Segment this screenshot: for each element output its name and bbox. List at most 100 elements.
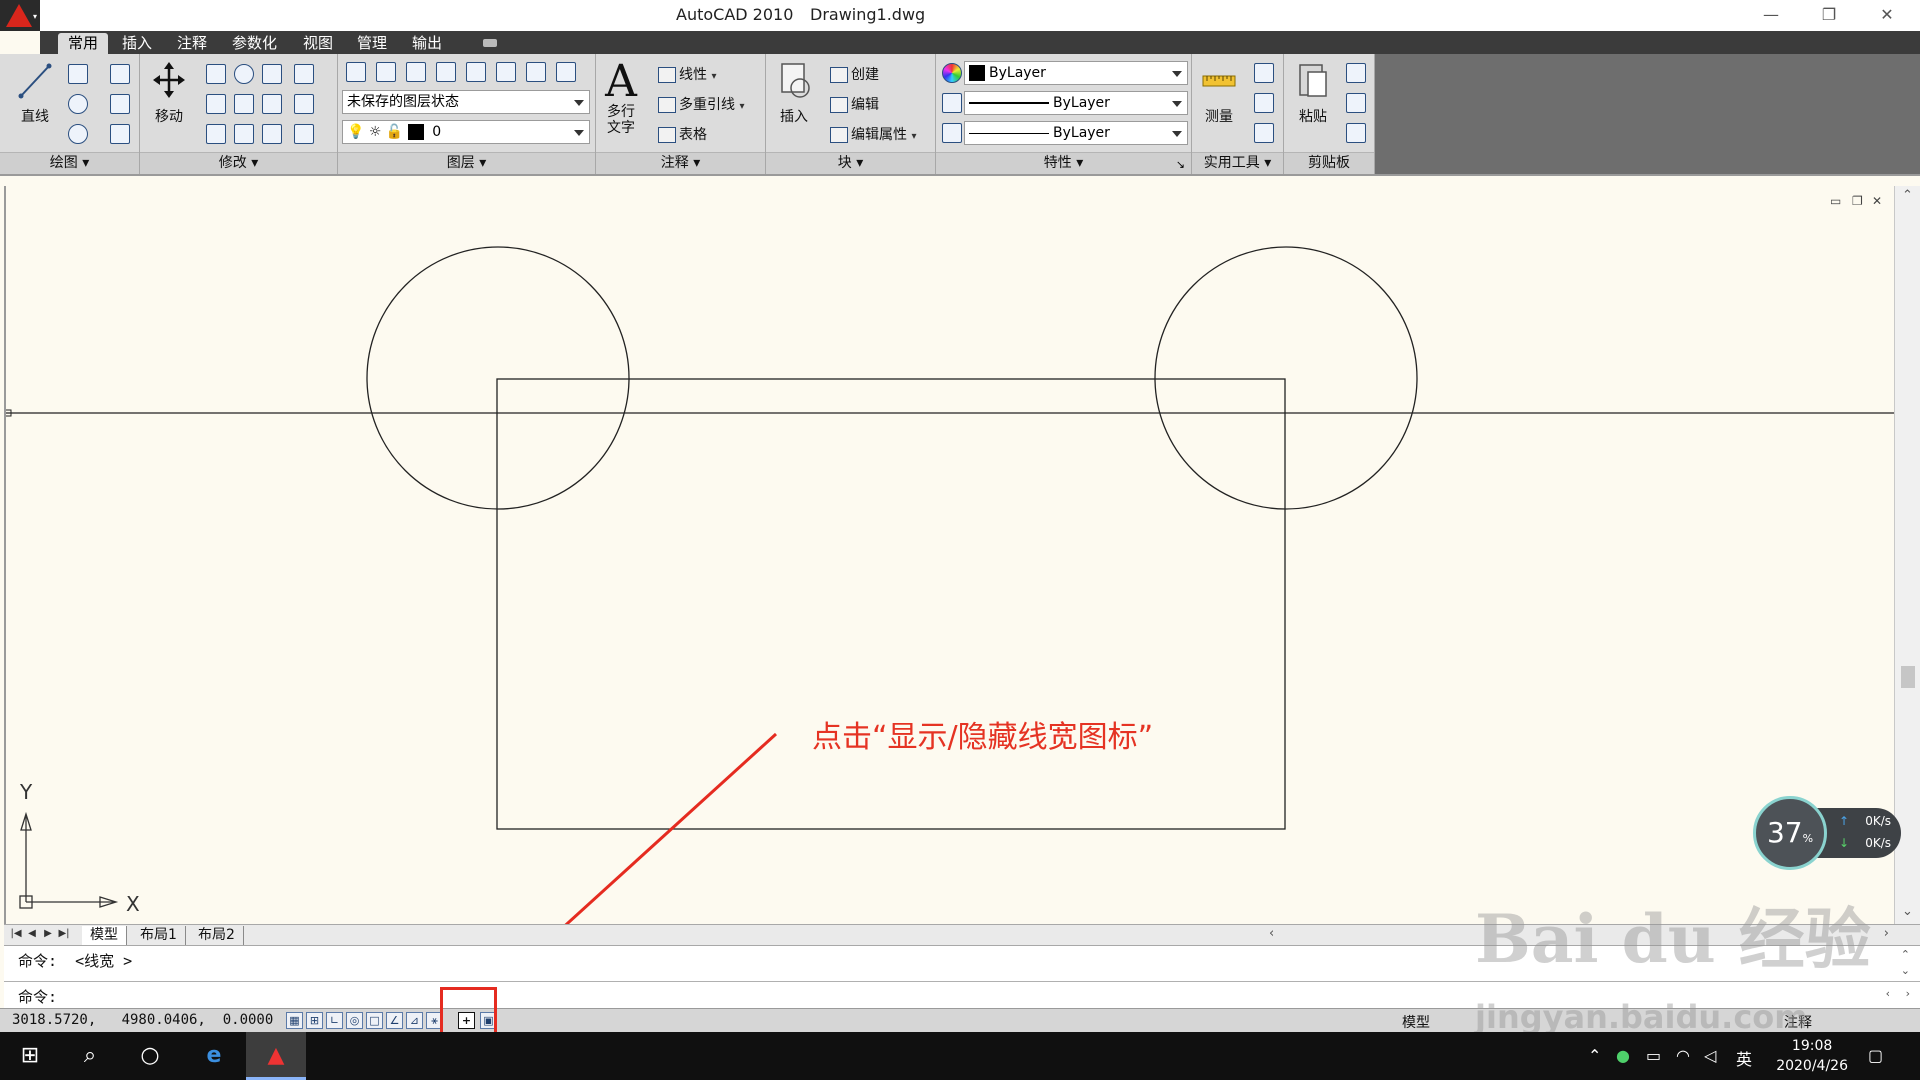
close-button[interactable]: ✕ (1864, 2, 1910, 28)
tab-insert[interactable]: 插入 (112, 33, 162, 54)
last-layout-icon[interactable]: ▶| (58, 928, 70, 942)
left-circle[interactable] (366, 246, 630, 510)
tab-layout1[interactable]: 布局1 (132, 926, 186, 945)
panel-block-title[interactable]: 块 ▾ (766, 152, 935, 174)
tab-home[interactable]: 常用 (58, 33, 109, 54)
match-properties-button[interactable] (1344, 121, 1368, 145)
polyline-button[interactable] (66, 62, 90, 86)
prev-layout-icon[interactable]: ◀ (26, 928, 38, 942)
viewport-minimize-button[interactable]: ▭ (1830, 194, 1841, 208)
scrollbar-thumb[interactable] (1901, 666, 1915, 688)
network-monitor-widget[interactable]: ↑ 0K/s ↓ 0K/s 37% (1753, 796, 1903, 870)
model-space-label[interactable]: 模型 (1402, 1012, 1430, 1032)
tab-view[interactable]: 视图 (293, 33, 343, 54)
ellipse-button[interactable] (66, 122, 90, 146)
object-snap-tracking-button[interactable]: ⊿ (406, 1012, 423, 1029)
panel-annotation-title[interactable]: 注释 ▾ (596, 152, 765, 174)
layer-off-button[interactable] (524, 60, 548, 84)
input-method-indicator[interactable]: 英 (1736, 1046, 1752, 1070)
tab-layout2[interactable]: 布局2 (190, 926, 244, 945)
rectangle-shape[interactable] (496, 378, 1286, 830)
infer-constraints-button[interactable]: ▦ (286, 1012, 303, 1029)
hatch-button[interactable] (108, 122, 132, 146)
panel-layers-title[interactable]: 图层 ▾ (338, 152, 595, 174)
system-clock[interactable]: 19:08 2020/4/26 (1776, 1036, 1848, 1076)
linear-dimension-button[interactable]: 线性 ▾ (658, 64, 716, 84)
edge-browser-button[interactable]: e (184, 1032, 244, 1080)
tab-manage[interactable]: 管理 (347, 33, 397, 54)
volume-icon[interactable]: ◁ (1704, 1046, 1716, 1065)
layer-unisolate-button[interactable] (434, 60, 458, 84)
panel-properties-title[interactable]: 特性 ▾ (936, 152, 1191, 174)
explode-button[interactable] (260, 92, 284, 116)
object-snap-button[interactable]: ∠ (386, 1012, 403, 1029)
scroll-left-icon[interactable]: ‹ (1269, 926, 1274, 941)
properties-dialog-launcher[interactable]: ↘ (1176, 158, 1185, 171)
color-wheel-button[interactable] (940, 61, 964, 85)
linetype-dropdown[interactable]: ByLayer (964, 121, 1188, 145)
scroll-up-icon[interactable]: ⌃ (1902, 188, 1913, 203)
lineweight-settings-button[interactable] (940, 91, 964, 115)
mtext-button[interactable]: A 多行 文字 (600, 60, 642, 137)
snap-mode-button[interactable]: ⊞ (306, 1012, 323, 1029)
scroll-right-icon[interactable]: › (1906, 987, 1910, 1000)
offset-button[interactable] (260, 122, 284, 146)
coordinate-readout[interactable]: 3018.5720, 4980.0406, 0.0000 (12, 1012, 273, 1028)
annotation-scale-label[interactable]: 注释 (1784, 1012, 1812, 1032)
array-button[interactable] (232, 122, 256, 146)
battery-icon[interactable]: ▭ (1646, 1046, 1661, 1065)
move-button[interactable]: 移动 (146, 60, 192, 126)
chamfer-button[interactable] (292, 122, 316, 146)
select-similar-button[interactable] (1252, 91, 1276, 115)
command-input[interactable]: 命令: ‹ › (4, 982, 1920, 1008)
viewport-close-button[interactable]: ✕ (1872, 194, 1882, 208)
calculator-button[interactable] (1252, 121, 1276, 145)
minimize-button[interactable]: — (1748, 2, 1794, 28)
trim-button[interactable] (260, 62, 284, 86)
application-menu-button[interactable]: ▾ (0, 0, 40, 31)
create-block-button[interactable]: 创建 (830, 64, 879, 84)
multileader-button[interactable]: 多重引线 ▾ (658, 94, 744, 114)
insert-block-button[interactable]: 插入 (772, 60, 816, 126)
lineweight-dropdown[interactable]: ByLayer (964, 91, 1188, 115)
arc-button[interactable] (108, 62, 132, 86)
circle-button[interactable] (66, 92, 90, 116)
measure-button[interactable]: 测量 (1196, 60, 1242, 126)
search-button[interactable]: ⌕ (60, 1032, 120, 1080)
panel-clipboard-title[interactable]: 剪贴板 (1284, 152, 1374, 174)
tab-output[interactable]: 输出 (402, 33, 452, 54)
panel-draw-title[interactable]: 绘图 ▾ (0, 152, 139, 174)
start-button[interactable]: ⊞ (0, 1032, 60, 1080)
copy-clip-button[interactable] (1344, 91, 1368, 115)
scroll-right-icon[interactable]: › (1884, 926, 1889, 941)
table-button[interactable]: 表格 (658, 124, 707, 144)
quick-select-button[interactable] (1252, 61, 1276, 85)
viewport-restore-button[interactable]: ❐ (1852, 194, 1863, 208)
color-dropdown[interactable]: ByLayer (964, 61, 1188, 85)
line-button[interactable]: 直线 (10, 60, 60, 126)
layer-properties-button[interactable] (344, 60, 368, 84)
layer-state-button[interactable] (374, 60, 398, 84)
chevron-down-icon[interactable]: ⌄ (1901, 964, 1910, 977)
polar-tracking-button[interactable]: □ (366, 1012, 383, 1029)
notification-icon[interactable]: ▢ (1868, 1046, 1883, 1065)
layer-match-button[interactable] (464, 60, 488, 84)
tab-parametric[interactable]: 参数化 (222, 33, 287, 54)
rotate-button[interactable] (232, 62, 256, 86)
layer-state-dropdown[interactable]: 未保存的图层状态 (342, 90, 590, 114)
paste-button[interactable]: 粘贴 (1290, 60, 1336, 126)
layer-previous-button[interactable] (494, 60, 518, 84)
rectangle-button[interactable] (108, 92, 132, 116)
copy-button[interactable] (204, 62, 228, 86)
edit-block-button[interactable]: 编辑 (830, 94, 879, 114)
fillet-button[interactable] (232, 92, 256, 116)
chevron-up-icon[interactable]: ⌃ (1901, 948, 1910, 961)
erase-button[interactable] (292, 62, 316, 86)
next-layout-icon[interactable]: ▶ (42, 928, 54, 942)
wifi-icon[interactable]: ◠ (1676, 1046, 1690, 1065)
drawing-canvas[interactable]: Y X (4, 186, 1896, 924)
ribbon-minimize-toggle[interactable] (483, 39, 497, 47)
stretch-button[interactable] (292, 92, 316, 116)
panel-utilities-title[interactable]: 实用工具 ▾ (1192, 152, 1283, 174)
scroll-left-icon[interactable]: ‹ (1886, 987, 1890, 1000)
